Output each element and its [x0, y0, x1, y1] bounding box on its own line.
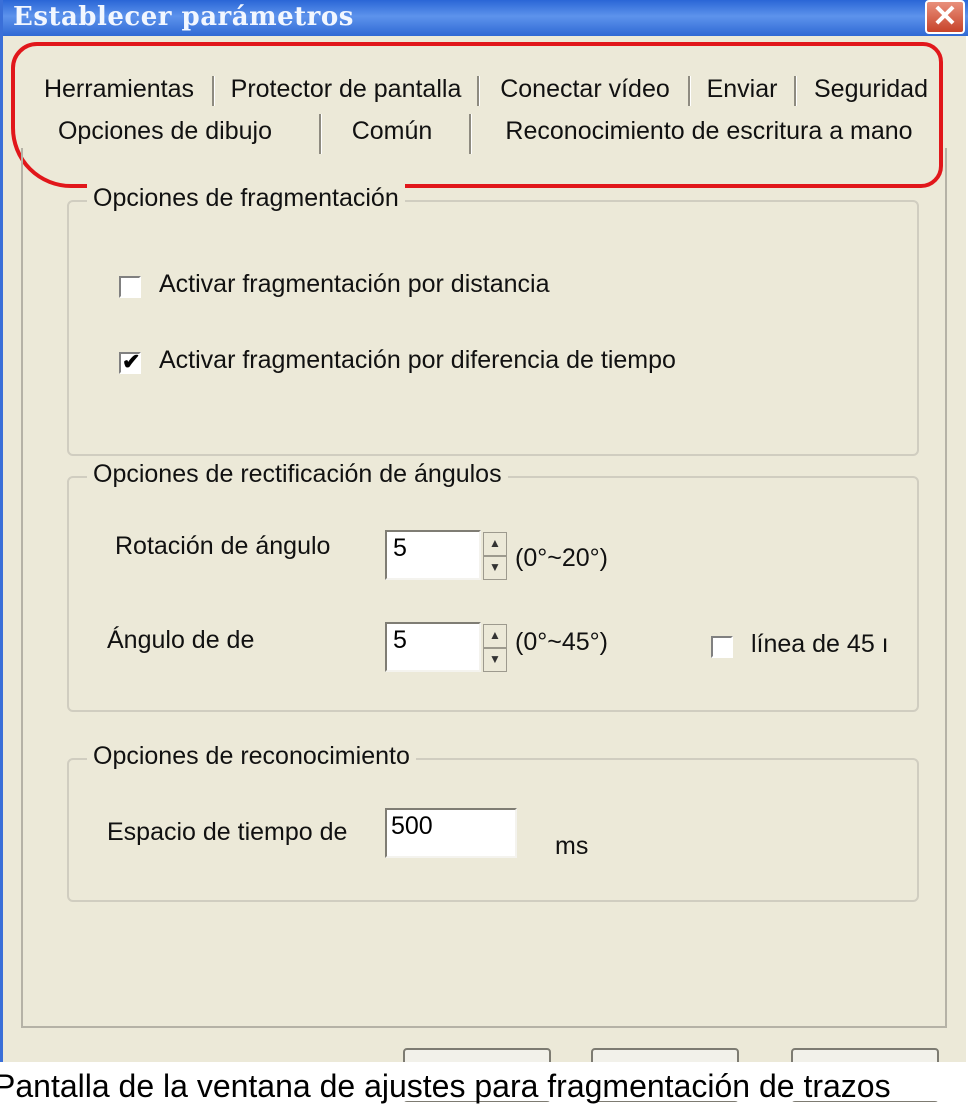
tab-protector-pantalla[interactable]: Protector de pantalla: [221, 72, 471, 108]
distance-checkbox-label[interactable]: Activar fragmentación por distancia: [159, 270, 549, 299]
fragmentation-group: Opciones de fragmentación Activar fragme…: [67, 184, 919, 456]
time-gap-unit: ms: [555, 832, 589, 860]
tab-separator: [688, 76, 691, 106]
angle-range-label: (0°~45°): [515, 628, 608, 656]
angle-label: Ángulo de de: [107, 626, 255, 654]
tab-reconocimiento-escritura[interactable]: Reconocimiento de escritura a mano: [489, 114, 929, 150]
angle-spin-up-button[interactable]: ▲: [483, 624, 507, 648]
tab-herramientas[interactable]: Herramientas: [31, 72, 207, 108]
tab-content-panel: Opciones de fragmentación Activar fragme…: [21, 148, 947, 1028]
rotation-spin-down-button[interactable]: ▼: [483, 556, 507, 580]
time-gap-input[interactable]: 500: [385, 808, 517, 858]
distance-checkbox[interactable]: [119, 276, 141, 298]
tab-comun[interactable]: Común: [333, 114, 451, 150]
tab-enviar[interactable]: Enviar: [697, 72, 787, 108]
line45-checkbox-label[interactable]: línea de 45 ı: [751, 630, 889, 659]
angle-rectification-group: Opciones de rectificación de ángulos Rot…: [67, 460, 919, 712]
recognition-group-title: Opciones de reconocimiento: [87, 742, 416, 771]
tab-separator: [477, 76, 480, 106]
line45-checkbox[interactable]: [711, 636, 733, 658]
angle-input[interactable]: 5: [385, 622, 481, 672]
rotation-range-label: (0°~20°): [515, 544, 608, 572]
time-gap-label: Espacio de tiempo de: [107, 818, 348, 846]
time-difference-checkbox-label[interactable]: Activar fragmentación por diferencia de …: [159, 346, 676, 375]
tab-row-bottom: Opciones de dibujo Común Reconocimiento …: [49, 114, 945, 154]
figure-caption: Pantalla de la ventana de ajustes para f…: [0, 1068, 891, 1104]
rotation-spin-up-button[interactable]: ▲: [483, 532, 507, 556]
tab-row-top: Herramientas Protector de pantalla Conec…: [31, 72, 943, 108]
rotation-angle-input[interactable]: 5: [385, 530, 481, 580]
rotation-angle-label: Rotación de ángulo: [115, 532, 331, 560]
time-difference-checkbox[interactable]: ✔: [119, 349, 141, 374]
fragmentation-group-title: Opciones de fragmentación: [87, 184, 405, 213]
tab-separator: [212, 76, 215, 106]
settings-dialog: Establecer parámetros ✕ Herramientas Pro…: [0, 0, 968, 1102]
tab-separator: [794, 76, 797, 106]
tab-opciones-dibujo[interactable]: Opciones de dibujo: [49, 114, 281, 150]
recognition-group: Opciones de reconocimiento Espacio de ti…: [67, 742, 919, 902]
close-button[interactable]: ✕: [925, 0, 965, 34]
window-title: Establecer parámetros: [13, 2, 354, 32]
checkmark-icon: ✔: [122, 349, 141, 374]
angle-group-title: Opciones de rectificación de ángulos: [87, 460, 508, 489]
title-bar[interactable]: Establecer parámetros ✕: [3, 0, 968, 36]
close-icon: ✕: [932, 0, 958, 33]
tab-conectar-video[interactable]: Conectar vídeo: [487, 72, 683, 108]
angle-spin-down-button[interactable]: ▼: [483, 648, 507, 672]
tab-seguridad[interactable]: Seguridad: [803, 72, 939, 108]
